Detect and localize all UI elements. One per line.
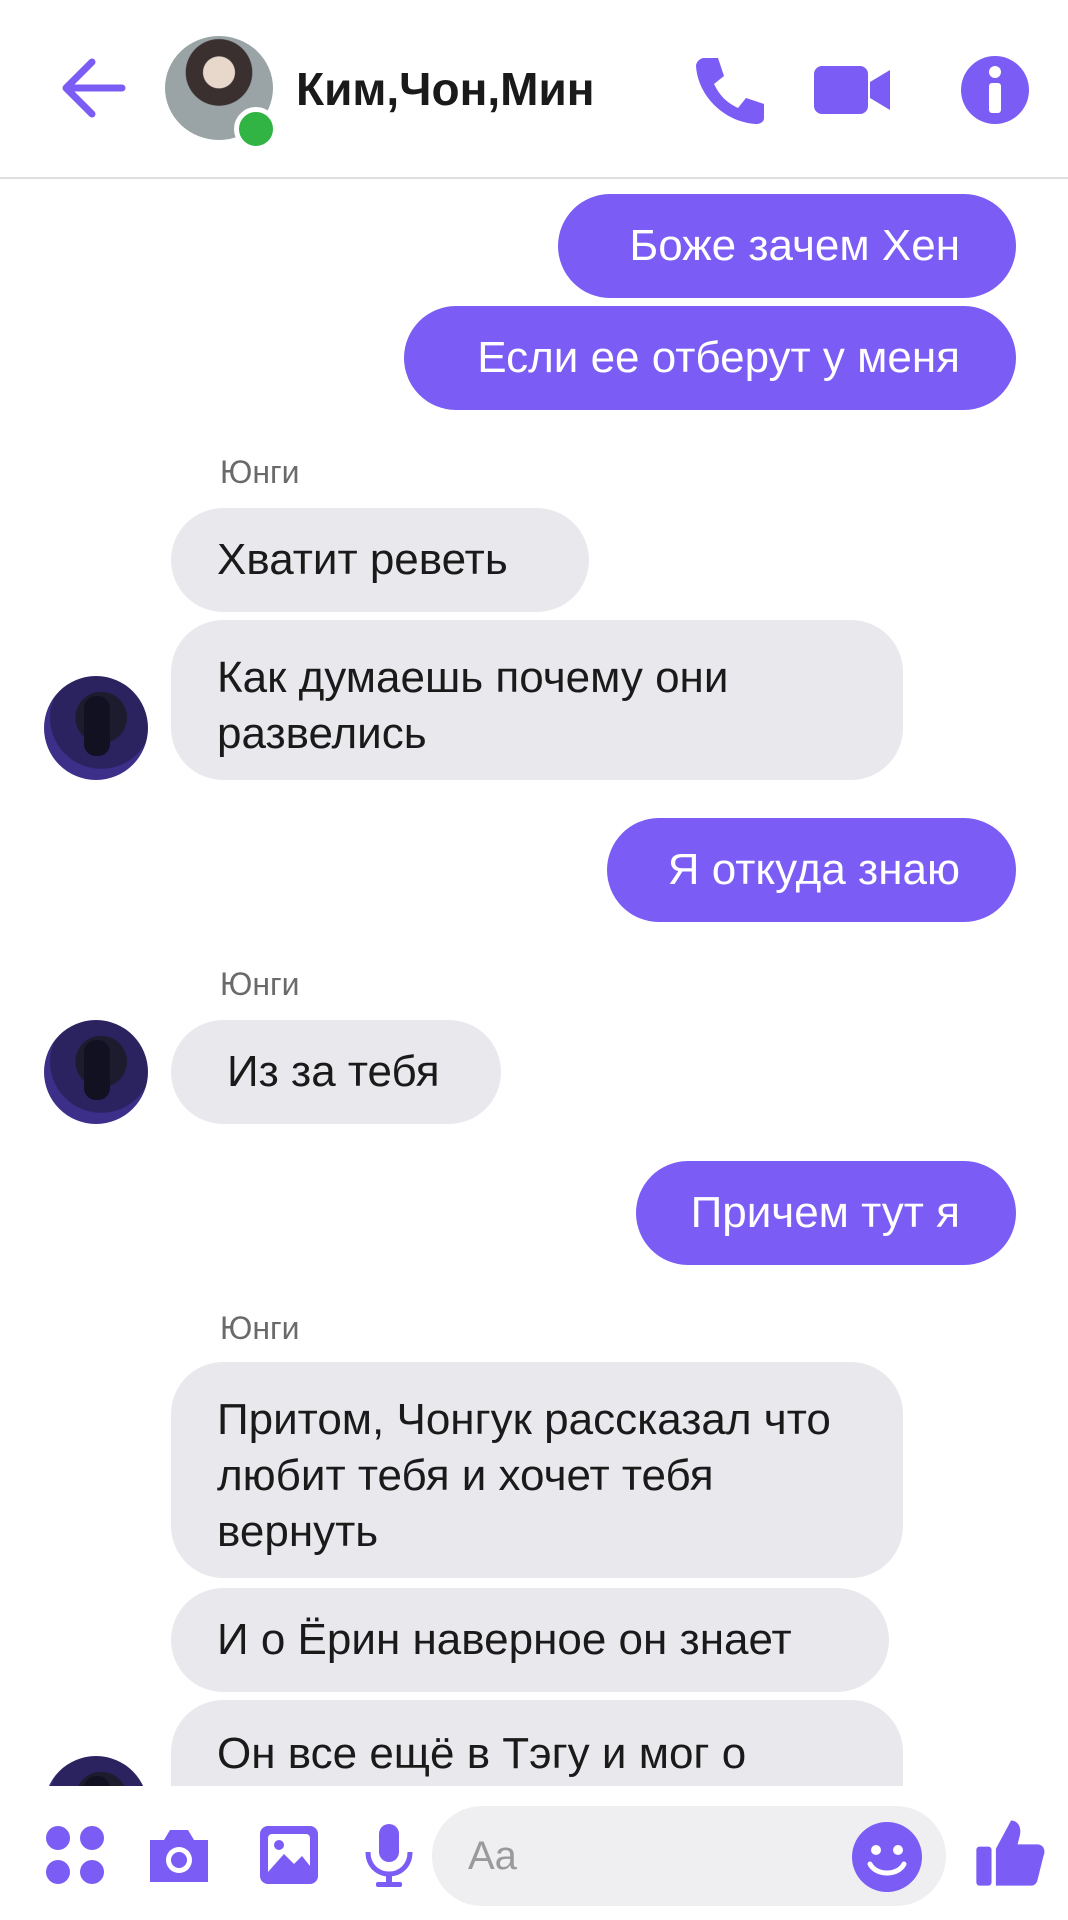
sender-name: Юнги bbox=[220, 454, 300, 490]
message-text: Я откуда знаю bbox=[667, 845, 960, 894]
outgoing-message[interactable]: Я откуда знаю bbox=[607, 818, 1016, 922]
camera-icon[interactable] bbox=[144, 1820, 214, 1890]
message-text: Из за тебя bbox=[227, 1047, 440, 1096]
message-input[interactable]: Aa bbox=[432, 1806, 946, 1906]
outgoing-message[interactable]: Боже зачем Хен bbox=[558, 194, 1016, 298]
back-arrow-icon[interactable] bbox=[58, 56, 126, 120]
message-text: Если ее отберут у меня bbox=[477, 333, 960, 382]
incoming-message[interactable]: Хватит реветь bbox=[171, 508, 589, 612]
video-icon[interactable] bbox=[812, 50, 892, 130]
online-status-dot bbox=[234, 107, 278, 151]
message-text: Притом, Чонгук рассказал что любит тебя … bbox=[217, 1395, 831, 1556]
message-input-placeholder: Aa bbox=[468, 1834, 517, 1878]
phone-icon[interactable] bbox=[690, 50, 770, 130]
message-text: И о Ёрин наверное он знает bbox=[217, 1615, 792, 1664]
info-icon[interactable] bbox=[955, 50, 1035, 130]
sender-name: Юнги bbox=[220, 1310, 300, 1346]
incoming-message[interactable]: Как думаешь почему они развелись bbox=[171, 620, 903, 780]
gallery-icon[interactable] bbox=[254, 1820, 324, 1890]
incoming-message[interactable]: Притом, Чонгук рассказал что любит тебя … bbox=[171, 1362, 903, 1578]
apps-icon[interactable] bbox=[40, 1820, 110, 1890]
chat-title[interactable]: Ким,Чон,Мин bbox=[296, 62, 595, 116]
message-text: Как думаешь почему они развелись bbox=[217, 653, 729, 758]
message-text: Он все ещё в Тэгу и мог о bbox=[217, 1729, 747, 1778]
outgoing-message[interactable]: Если ее отберут у меня bbox=[404, 306, 1016, 410]
message-text: Хватит реветь bbox=[217, 535, 508, 584]
sender-avatar[interactable] bbox=[44, 1020, 148, 1124]
message-text: Причем тут я bbox=[690, 1188, 960, 1237]
outgoing-message[interactable]: Причем тут я bbox=[636, 1161, 1016, 1265]
composer-bar: Aa bbox=[0, 1786, 1068, 1920]
emoji-icon[interactable] bbox=[850, 1820, 924, 1894]
incoming-message[interactable]: Из за тебя bbox=[171, 1020, 501, 1124]
thumbs-up-icon[interactable] bbox=[972, 1814, 1048, 1890]
incoming-message[interactable]: И о Ёрин наверное он знает bbox=[171, 1588, 889, 1692]
message-text: Боже зачем Хен bbox=[629, 221, 960, 270]
sender-name: Юнги bbox=[220, 966, 300, 1002]
sender-avatar[interactable] bbox=[44, 676, 148, 780]
chat-header: Ким,Чон,Мин bbox=[0, 0, 1068, 179]
microphone-icon[interactable] bbox=[354, 1820, 424, 1890]
